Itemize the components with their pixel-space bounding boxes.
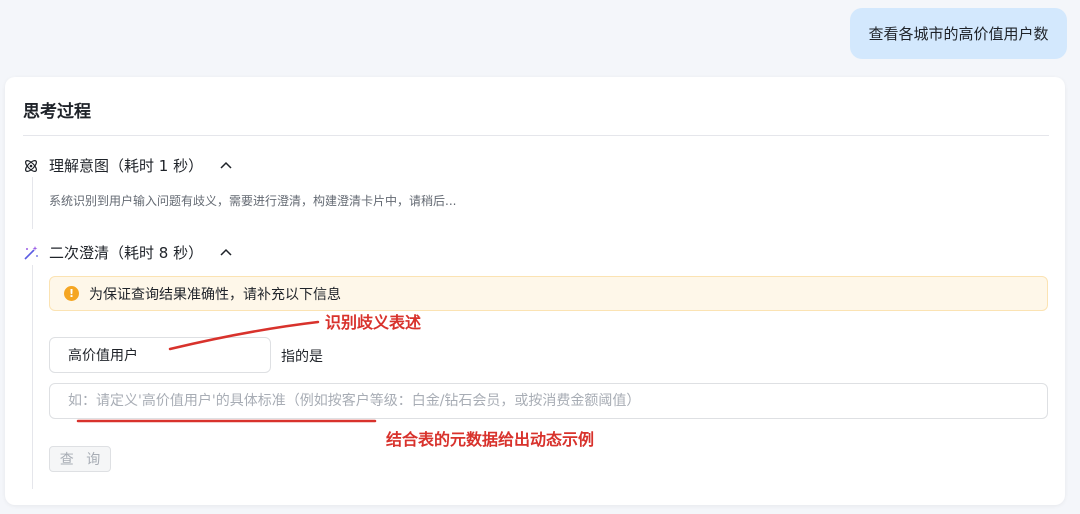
chevron-up-icon[interactable] [219, 246, 233, 260]
step-understand-intent[interactable]: 理解意图（耗时 1 秒） [23, 155, 233, 176]
query-button[interactable]: 查 询 [49, 446, 111, 472]
step-label: 理解意图（耗时 1 秒） [49, 157, 204, 175]
step-description: 系统识别到用户输入问题有歧义，需要进行澄清，构建澄清卡片中，请稍后... [49, 194, 457, 208]
divider [23, 135, 1049, 136]
refers-to-label: 指的是 [281, 349, 323, 365]
chevron-up-icon[interactable] [219, 159, 233, 173]
ambiguous-term-text: 高价值用户 [68, 348, 138, 364]
magic-wand-icon [23, 245, 39, 261]
step-connector-line [32, 265, 33, 489]
atom-icon [23, 158, 39, 174]
notice-text: 为保证查询结果准确性，请补充以下信息 [89, 286, 341, 303]
warning-notice: ! 为保证查询结果准确性，请补充以下信息 [49, 276, 1048, 311]
warning-icon: ! [64, 286, 79, 301]
annotation-ambiguity: 识别歧义表述 [325, 313, 422, 332]
step-connector-line [32, 177, 33, 229]
user-message-bubble: 查看各城市的高价值用户数 [850, 8, 1067, 59]
definition-input[interactable] [49, 383, 1048, 419]
user-message-text: 查看各城市的高价值用户数 [868, 25, 1049, 43]
step-secondary-clarification[interactable]: 二次澄清（耗时 8 秒） [23, 242, 233, 263]
step-label: 二次澄清（耗时 8 秒） [49, 244, 204, 262]
ambiguous-term-field[interactable]: 高价值用户 [49, 337, 271, 373]
annotation-metadata-example: 结合表的元数据给出动态示例 [386, 430, 595, 449]
card-title: 思考过程 [23, 102, 91, 122]
